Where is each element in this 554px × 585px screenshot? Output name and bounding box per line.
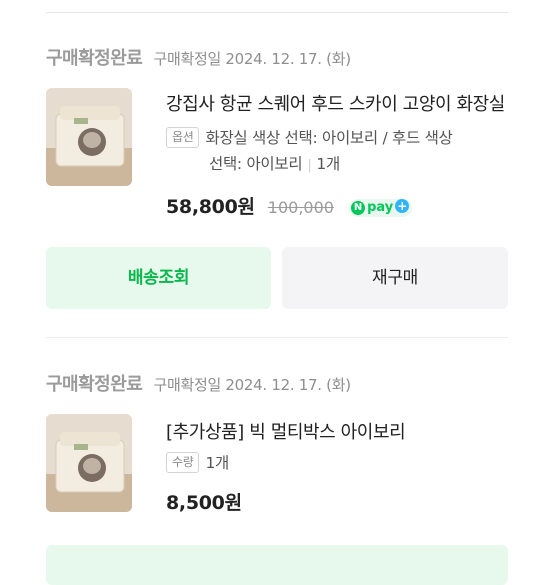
- product-title[interactable]: [추가상품] 빅 멀티박스 아이보리: [166, 418, 508, 444]
- price-row: 58,800원 100,000 Npay +: [166, 192, 413, 219]
- order-status: 구매확정완료: [46, 374, 143, 395]
- order-card-2: 구매확정완료 구매확정일 2024. 12. 17. (화) [추가상품] 빅 …: [46, 370, 508, 530]
- option-text-line2: 선택: 아이보리: [209, 155, 303, 173]
- purchase-confirm-date: 구매확정일 2024. 12. 17. (화): [153, 376, 351, 394]
- npay-plus-icon: +: [395, 199, 410, 213]
- option-quantity: 1개: [316, 155, 340, 173]
- top-divider: [46, 12, 508, 13]
- product-thumbnail[interactable]: [46, 88, 132, 186]
- order-status-row: 구매확정완료 구매확정일 2024. 12. 17. (화): [46, 44, 351, 69]
- npay-plus-badge: Npay +: [349, 199, 413, 217]
- quantity-badge: 수량: [166, 452, 200, 473]
- option-quantity: 1개: [205, 454, 230, 472]
- purchase-confirm-date: 구매확정일 2024. 12. 17. (화): [153, 50, 351, 68]
- product-option: 옵션 화장실 색상 선택: 아이보리 / 후드 색상 선택: 아이보리 | 1개: [166, 125, 508, 179]
- product-thumbnail[interactable]: [46, 414, 132, 512]
- price-row: 8,500원: [166, 488, 242, 515]
- original-price: 100,000: [267, 198, 334, 217]
- order-status: 구매확정완료: [46, 48, 143, 69]
- product-price: 8,500원: [166, 492, 242, 514]
- track-delivery-button[interactable]: 배송조회: [46, 247, 271, 309]
- product-option: 수량 1개: [166, 450, 508, 476]
- rebuy-button[interactable]: 재구매: [282, 247, 508, 309]
- next-action-button[interactable]: [46, 545, 508, 585]
- option-badge: 옵션: [166, 127, 200, 148]
- product-price: 58,800원: [166, 196, 255, 218]
- option-text-line1: 화장실 색상 선택: 아이보리 / 후드 색상: [205, 129, 453, 147]
- npay-label: pay: [367, 200, 394, 215]
- order-status-row: 구매확정완료 구매확정일 2024. 12. 17. (화): [46, 370, 351, 395]
- cat-litter-box-image: [46, 414, 132, 512]
- order-divider: [46, 337, 508, 338]
- npay-n-icon: N: [351, 201, 366, 215]
- option-separator: |: [307, 158, 312, 173]
- cat-litter-box-image: [46, 88, 132, 186]
- product-title[interactable]: 강집사 항균 스퀘어 후드 스카이 고양이 화장실: [166, 90, 508, 116]
- order-card-1: 구매확정완료 구매확정일 2024. 12. 17. (화) 강집사 항균 스퀘…: [46, 44, 508, 314]
